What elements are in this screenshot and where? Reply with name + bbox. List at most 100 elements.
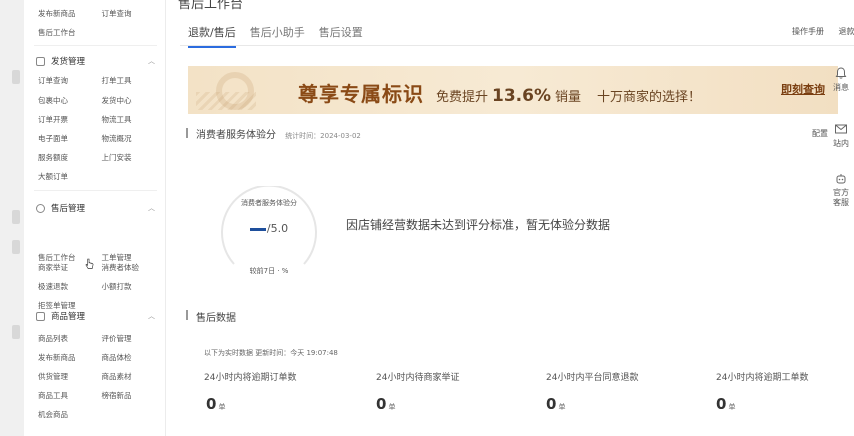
sidebar-item[interactable]: 物流概况: [102, 133, 166, 144]
sidebar-row: 机会商品: [38, 409, 165, 420]
metric-unit: 单: [558, 403, 566, 411]
banner-circle-decoration: [216, 72, 254, 110]
sidebar-item[interactable]: 商品工具: [38, 390, 102, 401]
sidebar-row: 供货管理 商品素材: [38, 371, 165, 382]
sidebar-row: 服务额度 上门安装: [38, 152, 165, 163]
score-dash: [249, 227, 266, 231]
metric-number[interactable]: 0: [716, 395, 726, 413]
group-title: 发货管理: [51, 57, 86, 67]
chevron-up-icon[interactable]: ︿: [148, 203, 155, 213]
metric-number[interactable]: 0: [206, 395, 216, 413]
inbox-label: 站内: [833, 139, 849, 148]
metric-unit: 单: [728, 403, 736, 411]
shield-icon: [36, 203, 45, 213]
box-icon: [36, 311, 45, 321]
metric-number[interactable]: 0: [376, 395, 386, 413]
sidebar-item[interactable]: 订单开票: [38, 114, 102, 125]
support-tool[interactable]: 官方客服: [826, 172, 854, 208]
experience-time: 统计时间：2024-03-02: [285, 132, 361, 140]
sidebar-item[interactable]: 供货管理: [38, 371, 102, 382]
sidebar-item[interactable]: 发布新商品: [38, 352, 102, 363]
chevron-up-icon[interactable]: ︿: [148, 311, 155, 321]
sidebar-group-aftersale[interactable]: 售后管理 ︿: [36, 202, 155, 214]
sidebar-item[interactable]: 服务额度: [38, 152, 102, 163]
score-max: /5.0: [266, 222, 289, 235]
rail-marker-3: [12, 325, 20, 339]
metric-label: 24小时内将逾期订单数: [204, 373, 297, 383]
tab-divider: [180, 45, 854, 46]
sidebar-item[interactable]: 极速退款: [38, 281, 102, 292]
metric-value[interactable]: 0单: [546, 394, 565, 413]
realtime-note: 以下为实时数据 更新时间：今天 19:07:48: [204, 349, 338, 357]
main-content: 售后工作台 退款/售后 售后小助手 售后设置 操作手册 退款 尊享专属标识 免费…: [166, 0, 854, 436]
sidebar-item[interactable]: 评价管理: [102, 333, 166, 344]
mail-icon: [835, 124, 847, 134]
metric-label: 24小时内将逾期工单数: [716, 373, 809, 383]
sidebar-item[interactable]: 小额打款: [102, 281, 166, 292]
sidebar-item[interactable]: 电子面单: [38, 133, 102, 144]
metric-label: 24小时内待商家举证: [376, 373, 460, 383]
sidebar-row: 包裹中心 发货中心: [38, 95, 165, 106]
message-tool[interactable]: 消息: [826, 66, 854, 93]
no-data-message: 因店铺经营数据未达到评分标准，暂无体验分数据: [346, 218, 611, 232]
metric-value[interactable]: 0单: [206, 394, 225, 413]
sidebar-item[interactable]: 上门安装: [102, 152, 166, 163]
aftersale-section-title: 售后数据: [196, 313, 236, 324]
sidebar-row: 发布新商品 订单查询: [38, 8, 165, 19]
sidebar-group-shipping[interactable]: 发货管理 ︿: [36, 55, 155, 67]
sidebar-item[interactable]: 大额订单: [38, 171, 104, 182]
manual-label[interactable]: 操作手册: [792, 27, 824, 36]
rail-marker-2: [12, 240, 20, 254]
app-root: 发布新商品 订单查询 售后工作台 发货管理 ︿ 订单查询 打单工具 包裹中心 发…: [0, 0, 854, 436]
metric-number[interactable]: 0: [546, 395, 556, 413]
metric-value[interactable]: 0单: [376, 394, 395, 413]
sidebar-item[interactable]: 消费者体验: [102, 262, 166, 273]
refund-link[interactable]: 退款: [839, 27, 854, 36]
inbox-tool[interactable]: 站内: [826, 122, 854, 149]
sidebar-item[interactable]: 榜宿新品: [102, 390, 166, 401]
sidebar-group-products[interactable]: 商品管理 ︿: [36, 310, 155, 322]
hand-cursor-icon: [85, 258, 94, 269]
metric-value[interactable]: 0单: [716, 394, 735, 413]
score-label: 消费者服务体验分: [241, 199, 297, 207]
sidebar-row: 极速退款 小额打款: [38, 281, 165, 292]
page-title: 售后工作台: [178, 0, 244, 12]
sidebar-row: 大额订单: [38, 171, 165, 182]
divider: [34, 190, 157, 191]
sidebar-item[interactable]: 商品素材: [102, 371, 166, 382]
sidebar-item[interactable]: 物流工具: [102, 114, 166, 125]
metric-label: 24小时内平台同意退款: [546, 373, 639, 383]
chevron-up-icon[interactable]: ︿: [148, 56, 155, 66]
sidebar-item-aftersale-workbench[interactable]: 售后工作台: [38, 27, 104, 38]
sidebar-item[interactable]: 发货中心: [102, 95, 166, 106]
sidebar-item[interactable]: 打单工具: [102, 75, 166, 86]
sidebar-row: 商品列表 评价管理: [38, 333, 165, 344]
banner-text3: 十万商家的选择！: [597, 90, 702, 105]
metric-unit: 单: [218, 403, 226, 411]
sidebar-item-order-query[interactable]: 订单查询: [102, 8, 166, 19]
banner-text1: 免费提升: [436, 90, 489, 105]
sidebar-item[interactable]: 机会商品: [38, 409, 104, 420]
metric-unit: 单: [388, 403, 396, 411]
rail-chart-icon[interactable]: [12, 70, 20, 84]
sidebar-item[interactable]: 包裹中心: [38, 95, 102, 106]
banner-percent: 13.6%: [492, 86, 551, 106]
robot-icon: [836, 174, 846, 184]
rail-marker-1: [12, 210, 20, 224]
divider: [34, 45, 157, 46]
sidebar-item-publish[interactable]: 发布新商品: [38, 8, 102, 19]
section-marker: [186, 310, 188, 320]
manual-link[interactable]: 操作手册 退款: [792, 26, 854, 37]
sidebar-item[interactable]: 商品列表: [38, 333, 102, 344]
package-icon: [36, 56, 45, 66]
score-gauge: 消费者服务体验分 /5.0 较前7日 · %: [214, 186, 324, 286]
promo-banner[interactable]: 尊享专属标识 免费提升 13.6% 销量 十万商家的选择！ 即刻查询: [188, 66, 838, 114]
score-compare: 较前7日 · %: [249, 267, 289, 275]
experience-config-link[interactable]: 配置: [812, 128, 828, 139]
sidebar-item[interactable]: 商品体检: [102, 352, 166, 363]
sidebar-item[interactable]: 订单查询: [38, 75, 102, 86]
sidebar-row: 售后工作台: [38, 27, 165, 38]
banner-text2: 销量: [555, 90, 582, 105]
banner-text: 尊享专属标识 免费提升 13.6% 销量 十万商家的选择！: [298, 78, 701, 107]
sidebar-row: 商品工具 榜宿新品: [38, 390, 165, 401]
